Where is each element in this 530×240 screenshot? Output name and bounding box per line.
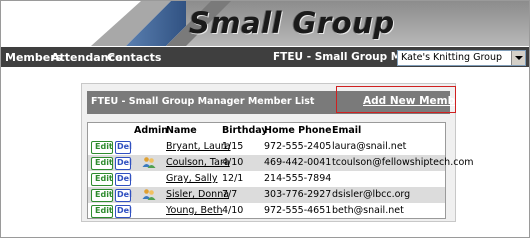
nav-bar: Members Attendance Contacts FTEU - Small… (1, 47, 529, 67)
highlight-box (336, 86, 456, 113)
birthday-cell: 4/10 (222, 205, 244, 216)
phone-cell: 214-555-7894 (264, 173, 332, 184)
table-row: Edit Del Coulson, Tara 4/10 469-442-0041… (88, 155, 474, 171)
panel-title: FTEU - Small Group Manager Member List (91, 96, 315, 107)
delete-button[interactable]: Del (115, 157, 132, 170)
delete-button[interactable]: Del (115, 189, 132, 202)
admin-users-icon (142, 189, 156, 200)
header-home-phone: Home Phone (264, 125, 332, 136)
member-name-link[interactable]: Sisler, Donna (166, 189, 229, 200)
header-email: Email (332, 125, 362, 136)
nav-contacts[interactable]: Contacts (107, 51, 161, 64)
birthday-cell: 1/15 (222, 141, 244, 152)
member-name-link[interactable]: Young, Beth (166, 205, 223, 216)
birthday-cell: 4/10 (222, 157, 244, 168)
header-birthday: Birthday (222, 125, 268, 136)
edit-button[interactable]: Edit (91, 189, 113, 202)
member-name-link[interactable]: Gray, Sally (166, 173, 218, 184)
email-cell: laura@snail.net (332, 141, 407, 152)
group-select[interactable]: Kate's Knitting Group (397, 50, 526, 66)
table-row: Edit Del Gray, Sally 12/1 214-555-7894 (88, 171, 445, 187)
group-select-value: Kate's Knitting Group (401, 52, 503, 63)
app-banner: Small Group (1, 1, 529, 46)
delete-button[interactable]: Del (115, 141, 132, 154)
admin-users-icon (142, 157, 156, 168)
birthday-cell: 12/1 (222, 173, 244, 184)
table-row: Edit Del Bryant, Laura 1/15 972-555-2405… (88, 139, 445, 155)
table-row: Edit Del Young, Beth 4/10 972-555-4651 b… (88, 203, 445, 219)
phone-cell: 972-555-2405 (264, 141, 332, 152)
header-name: Name (166, 125, 197, 136)
edit-button[interactable]: Edit (91, 173, 113, 186)
birthday-cell: 7/7 (222, 189, 238, 200)
chevron-down-icon[interactable] (511, 51, 525, 65)
phone-cell: 303-776-2927 (264, 189, 332, 200)
email-cell: beth@snail.net (332, 205, 404, 216)
phone-cell: 972-555-4651 (264, 205, 332, 216)
phone-cell: 469-442-0041 (264, 157, 332, 168)
email-cell: dsisler@lbcc.org (332, 189, 411, 200)
member-name-link[interactable]: Coulson, Tara (166, 157, 230, 168)
member-table: Admin Name Birthday Home Phone Email Edi… (87, 122, 474, 219)
edit-button[interactable]: Edit (91, 157, 113, 170)
delete-button[interactable]: Del (115, 173, 132, 186)
table-row: Edit Del Sisler, Donna 7/7 303-776-2927 … (88, 187, 445, 203)
edit-button[interactable]: Edit (91, 205, 113, 218)
edit-button[interactable]: Edit (91, 141, 113, 154)
email-cell: tcoulson@fellowshiptech.com (332, 157, 474, 168)
header-admin: Admin (134, 125, 169, 136)
member-name-link[interactable]: Bryant, Laura (166, 141, 231, 152)
app-title: Small Group (189, 6, 395, 40)
app-window: Small Group Members Attendance Contacts … (0, 0, 530, 238)
delete-button[interactable]: Del (115, 205, 132, 218)
